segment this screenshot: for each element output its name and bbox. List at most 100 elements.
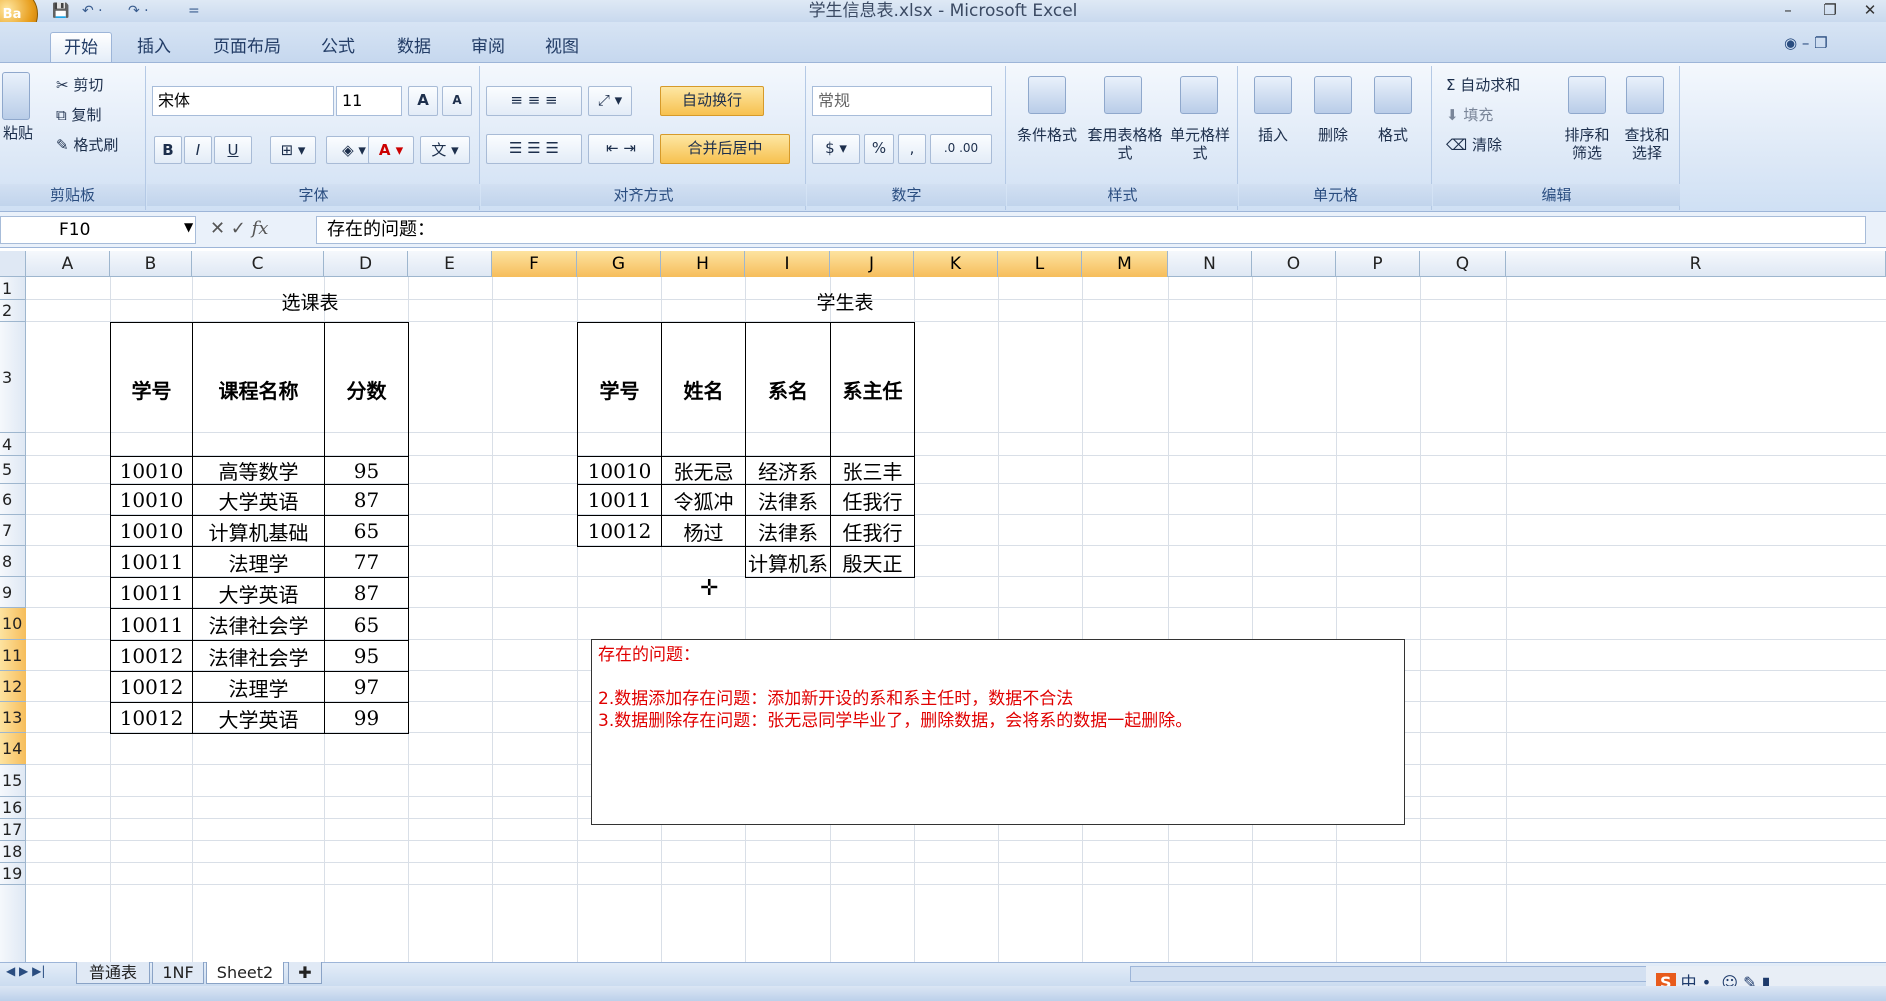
problem-textbox[interactable]: 存在的问题： 2.数据添加存在问题：添加新开设的系和系主任时，数据不合法 3.数…: [591, 639, 1405, 825]
course-table-cell[interactable]: 10011: [110, 577, 193, 609]
close-button[interactable]: ✕: [1852, 0, 1886, 22]
column-header-f[interactable]: F: [492, 251, 577, 277]
conditional-format-icon[interactable]: [1028, 76, 1066, 114]
column-header-l[interactable]: L: [998, 251, 1082, 277]
underline-button[interactable]: U: [214, 136, 252, 164]
row-header-14[interactable]: 14: [0, 733, 26, 765]
column-header-h[interactable]: H: [661, 251, 745, 277]
student-header-cell[interactable]: 系主任: [830, 322, 915, 457]
column-header-b[interactable]: B: [110, 251, 192, 277]
insert-button[interactable]: 插入: [1244, 126, 1302, 144]
row-header-7[interactable]: 7: [0, 515, 26, 546]
row-header-9[interactable]: 9: [0, 577, 26, 608]
tab-page-layout[interactable]: 页面布局: [204, 32, 290, 62]
column-header-a[interactable]: A: [26, 251, 110, 277]
minimize-button[interactable]: –: [1770, 0, 1806, 22]
cell-style-icon[interactable]: [1180, 76, 1218, 114]
column-header-n[interactable]: N: [1168, 251, 1252, 277]
redo-icon[interactable]: ↷ ·: [128, 2, 168, 20]
row-header-18[interactable]: 18: [0, 841, 26, 863]
customize-qat-icon[interactable]: =: [188, 2, 202, 20]
course-table-cell[interactable]: 法律社会学: [192, 608, 325, 641]
course-header-cell[interactable]: 课程名称: [192, 322, 325, 457]
column-header-g[interactable]: G: [577, 251, 661, 277]
wrap-text-button[interactable]: 自动换行: [660, 86, 764, 116]
course-table-cell[interactable]: 法律社会学: [192, 640, 325, 672]
student-table-cell[interactable]: 法律系: [745, 515, 831, 547]
student-table-cell[interactable]: 任我行: [830, 484, 915, 516]
course-table-cell[interactable]: 77: [324, 546, 409, 578]
currency-icon[interactable]: $ ▾: [812, 134, 860, 164]
column-header-r[interactable]: R: [1506, 251, 1886, 277]
italic-button[interactable]: I: [184, 136, 212, 164]
course-table-cell[interactable]: 法理学: [192, 546, 325, 578]
row-header-10[interactable]: 10: [0, 608, 26, 640]
find-select-icon[interactable]: [1626, 76, 1664, 114]
student-table-cell[interactable]: 令狐冲: [661, 484, 746, 516]
tab-formulas[interactable]: 公式: [310, 32, 366, 62]
course-table-cell[interactable]: 大学英语: [192, 484, 325, 516]
borders-icon[interactable]: ⊞ ▾: [270, 136, 316, 164]
sheet-tab-normal[interactable]: 普通表: [76, 962, 150, 984]
tab-data[interactable]: 数据: [386, 32, 442, 62]
indent-icon[interactable]: ⇤ ⇥: [588, 134, 654, 164]
fx-icon[interactable]: fx: [252, 218, 269, 239]
percent-button[interactable]: %: [864, 134, 894, 164]
row-header-19[interactable]: 19: [0, 863, 26, 885]
insert-icon[interactable]: [1254, 76, 1292, 114]
row-header-15[interactable]: 15: [0, 765, 26, 797]
course-table-cell[interactable]: 95: [324, 640, 409, 672]
student-table-cell[interactable]: 任我行: [830, 515, 915, 547]
student-table-cell[interactable]: 法律系: [745, 484, 831, 516]
grow-font-button[interactable]: A: [408, 86, 438, 116]
font-size-combo[interactable]: 11: [336, 86, 402, 116]
row-header-1[interactable]: 1: [0, 277, 26, 300]
phonetic-icon[interactable]: 文 ▾: [420, 136, 470, 164]
sheet-tab-1nf[interactable]: 1NF: [152, 962, 204, 984]
course-table-cell[interactable]: 大学英语: [192, 577, 325, 609]
student-table-cell[interactable]: 计算机系: [745, 546, 831, 578]
row-header-3[interactable]: 3: [0, 322, 26, 433]
fill-button[interactable]: ⬇ 填充: [1446, 104, 1536, 126]
course-table-cell[interactable]: 法理学: [192, 671, 325, 703]
student-header-cell[interactable]: 学号: [577, 322, 662, 457]
row-header-12[interactable]: 12: [0, 671, 26, 702]
sheet-tab-sheet2[interactable]: Sheet2: [206, 962, 284, 984]
horizontal-align-icon[interactable]: ☰ ☰ ☰: [486, 134, 582, 164]
font-name-combo[interactable]: 宋体: [152, 86, 334, 116]
cut-button[interactable]: ✂ 剪切: [56, 74, 146, 96]
conditional-format-button[interactable]: 条件格式: [1010, 126, 1084, 144]
student-table-cell[interactable]: 殷天正: [830, 546, 915, 578]
course-table-cell[interactable]: 10010: [110, 456, 193, 485]
column-header-i[interactable]: I: [745, 251, 830, 277]
name-box-dropdown-icon[interactable]: ▼: [184, 220, 198, 240]
font-color-icon[interactable]: A ▾: [368, 136, 414, 164]
formula-input[interactable]: 存在的问题：: [316, 216, 1866, 244]
merge-center-button[interactable]: 合并后居中: [660, 134, 790, 164]
course-table-cell[interactable]: 大学英语: [192, 702, 325, 734]
course-header-cell[interactable]: 学号: [110, 322, 193, 457]
format-painter-button[interactable]: ✎ 格式刷: [56, 134, 146, 156]
paste-icon[interactable]: [2, 72, 30, 120]
sheet-nav-icon[interactable]: ◀ ▶ ▶|: [6, 964, 70, 984]
select-all-corner[interactable]: [0, 251, 26, 277]
course-table-cell[interactable]: 97: [324, 671, 409, 703]
sort-filter-icon[interactable]: [1568, 76, 1606, 114]
row-header-8[interactable]: 8: [0, 546, 26, 577]
course-table-cell[interactable]: 10012: [110, 702, 193, 734]
autosum-button[interactable]: Σ 自动求和: [1446, 74, 1558, 96]
clear-button[interactable]: ⌫ 清除: [1446, 134, 1536, 156]
student-table-cell[interactable]: 张三丰: [830, 456, 915, 485]
shrink-font-button[interactable]: A: [442, 86, 472, 116]
student-header-cell[interactable]: 姓名: [661, 322, 746, 457]
row-header-17[interactable]: 17: [0, 819, 26, 841]
course-table-cell[interactable]: 10012: [110, 640, 193, 672]
course-table-cell[interactable]: 10011: [110, 546, 193, 578]
column-header-o[interactable]: O: [1252, 251, 1336, 277]
bold-button[interactable]: B: [154, 136, 182, 164]
row-header-13[interactable]: 13: [0, 702, 26, 733]
help-icon[interactable]: ◉ – ❐: [1784, 34, 1874, 56]
name-box[interactable]: F10: [0, 216, 196, 244]
maximize-button[interactable]: ❐: [1812, 0, 1848, 22]
course-table-cell[interactable]: 99: [324, 702, 409, 734]
